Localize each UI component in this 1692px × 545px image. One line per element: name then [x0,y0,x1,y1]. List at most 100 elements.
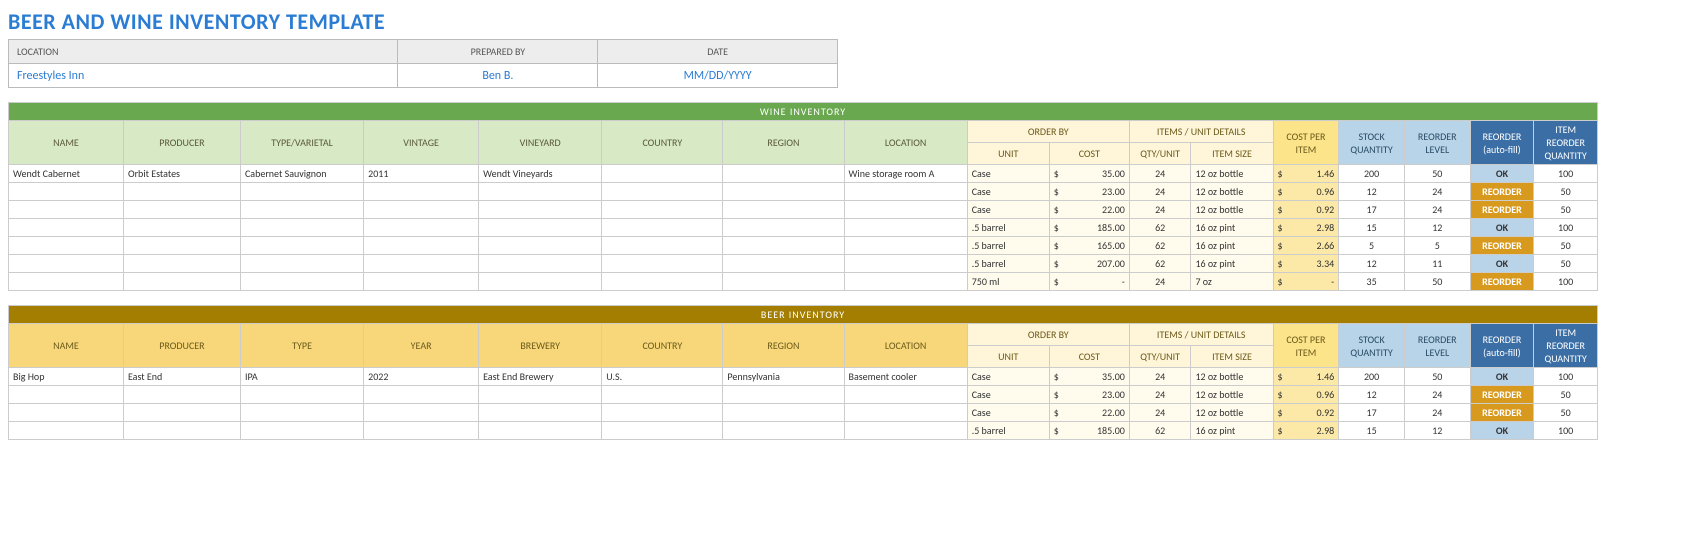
wine-cell-country[interactable] [602,237,723,255]
beer-cell-rlevel[interactable]: 12 [1404,422,1470,440]
wine-cell-type[interactable] [240,183,363,201]
wine-cell-vintage[interactable]: 2011 [364,165,479,183]
wine-cell-vineyard[interactable] [479,183,602,201]
wine-cell-location[interactable] [844,273,967,291]
wine-cell-unit[interactable]: .5 barrel [967,237,1049,255]
beer-cell-country[interactable] [602,422,723,440]
wine-cell-size[interactable]: 16 oz pint [1191,219,1273,237]
wine-cell-rlevel[interactable]: 24 [1404,183,1470,201]
beer-cell-location[interactable] [844,404,967,422]
beer-cell-size[interactable]: 12 oz bottle [1191,368,1273,386]
wine-cell-name[interactable] [9,255,124,273]
beer-cell-unit[interactable]: .5 barrel [967,422,1049,440]
wine-cell-unit[interactable]: .5 barrel [967,255,1049,273]
beer-cell-rlevel[interactable]: 24 [1404,386,1470,404]
wine-cell-country[interactable] [602,183,723,201]
beer-cell-region[interactable] [723,422,844,440]
wine-cell-country[interactable] [602,273,723,291]
wine-cell-irq[interactable]: 50 [1534,183,1598,201]
beer-cell-size[interactable]: 12 oz bottle [1191,386,1273,404]
wine-cell-location[interactable] [844,219,967,237]
wine-cell-qty[interactable]: 24 [1129,165,1191,183]
beer-cell-rlevel[interactable]: 50 [1404,368,1470,386]
wine-cell-name[interactable]: Wendt Cabernet [9,165,124,183]
wine-cell-irq[interactable]: 100 [1534,273,1598,291]
wine-cell-size[interactable]: 12 oz bottle [1191,165,1273,183]
wine-cell-size[interactable]: 7 oz [1191,273,1273,291]
wine-cell-cost[interactable]: $23.00 [1049,183,1129,201]
beer-cell-size[interactable]: 12 oz bottle [1191,404,1273,422]
wine-cell-vineyard[interactable] [479,201,602,219]
wine-cell-name[interactable] [9,201,124,219]
info-value-prepared-by[interactable]: Ben B. [398,64,598,88]
wine-cell-country[interactable] [602,219,723,237]
wine-cell-unit[interactable]: .5 barrel [967,219,1049,237]
wine-cell-name[interactable] [9,237,124,255]
wine-cell-vineyard[interactable] [479,237,602,255]
wine-cell-qty[interactable]: 24 [1129,201,1191,219]
wine-cell-location[interactable] [844,183,967,201]
wine-cell-stock[interactable]: 35 [1339,273,1405,291]
beer-cell-cost[interactable]: $22.00 [1049,404,1129,422]
wine-cell-type[interactable] [240,219,363,237]
wine-cell-cost[interactable]: $22.00 [1049,201,1129,219]
beer-cell-stock[interactable]: 200 [1339,368,1405,386]
wine-cell-location[interactable] [844,237,967,255]
wine-cell-type[interactable] [240,237,363,255]
beer-cell-year[interactable] [364,404,479,422]
beer-cell-stock[interactable]: 15 [1339,422,1405,440]
wine-cell-vintage[interactable] [364,219,479,237]
beer-cell-name[interactable]: Big Hop [9,368,124,386]
beer-cell-unit[interactable]: Case [967,404,1049,422]
wine-cell-unit[interactable]: Case [967,201,1049,219]
beer-cell-type[interactable] [240,404,363,422]
beer-cell-name[interactable] [9,404,124,422]
beer-cell-qty[interactable]: 24 [1129,368,1191,386]
wine-cell-vineyard[interactable] [479,219,602,237]
wine-cell-region[interactable] [723,237,844,255]
info-value-date[interactable]: MM/DD/YYYY [598,64,838,88]
wine-cell-rlevel[interactable]: 50 [1404,165,1470,183]
beer-cell-cost[interactable]: $23.00 [1049,386,1129,404]
wine-cell-unit[interactable]: Case [967,165,1049,183]
wine-cell-region[interactable] [723,219,844,237]
beer-cell-brewery[interactable] [479,386,602,404]
wine-cell-producer[interactable] [123,255,240,273]
beer-cell-region[interactable] [723,386,844,404]
wine-cell-vintage[interactable] [364,201,479,219]
wine-cell-qty[interactable]: 24 [1129,273,1191,291]
wine-cell-location[interactable] [844,201,967,219]
beer-cell-stock[interactable]: 12 [1339,386,1405,404]
wine-cell-stock[interactable]: 15 [1339,219,1405,237]
wine-cell-country[interactable] [602,255,723,273]
wine-cell-cost[interactable]: $165.00 [1049,237,1129,255]
wine-cell-type[interactable]: Cabernet Sauvignon [240,165,363,183]
beer-cell-irq[interactable]: 100 [1534,422,1598,440]
wine-cell-producer[interactable]: Orbit Estates [123,165,240,183]
wine-cell-country[interactable] [602,165,723,183]
wine-cell-vineyard[interactable]: Wendt Vineyards [479,165,602,183]
beer-cell-qty[interactable]: 24 [1129,404,1191,422]
wine-cell-qty[interactable]: 24 [1129,183,1191,201]
beer-cell-brewery[interactable] [479,404,602,422]
beer-cell-type[interactable] [240,386,363,404]
wine-cell-size[interactable]: 12 oz bottle [1191,183,1273,201]
wine-cell-vineyard[interactable] [479,273,602,291]
beer-cell-stock[interactable]: 17 [1339,404,1405,422]
beer-cell-cost[interactable]: $35.00 [1049,368,1129,386]
beer-cell-irq[interactable]: 50 [1534,404,1598,422]
beer-cell-cost[interactable]: $185.00 [1049,422,1129,440]
wine-cell-name[interactable] [9,219,124,237]
beer-cell-unit[interactable]: Case [967,368,1049,386]
wine-cell-vintage[interactable] [364,255,479,273]
beer-cell-irq[interactable]: 50 [1534,386,1598,404]
wine-cell-stock[interactable]: 12 [1339,255,1405,273]
beer-cell-name[interactable] [9,422,124,440]
beer-cell-year[interactable] [364,422,479,440]
wine-cell-size[interactable]: 16 oz pint [1191,237,1273,255]
beer-cell-producer[interactable] [123,386,240,404]
beer-cell-producer[interactable] [123,422,240,440]
beer-cell-type[interactable]: IPA [240,368,363,386]
beer-cell-brewery[interactable]: East End Brewery [479,368,602,386]
wine-cell-cost[interactable]: $- [1049,273,1129,291]
